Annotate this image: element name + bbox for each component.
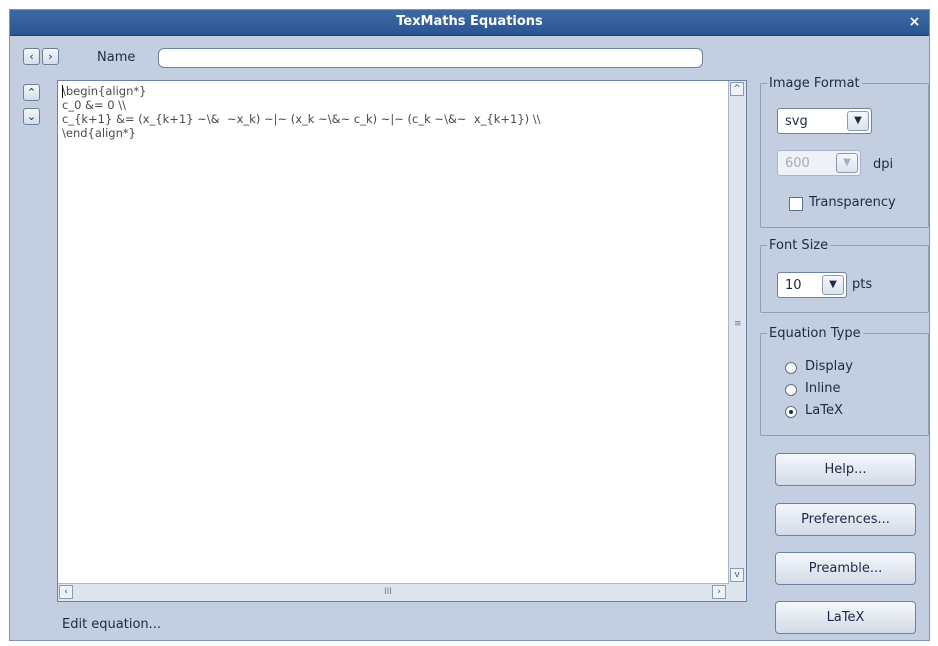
font-size-legend: Font Size xyxy=(769,238,829,253)
equation-text[interactable]: \begin{align*} c_0 &= 0 \\ c_{k+1} &= (x… xyxy=(62,84,541,140)
previous-equation-button[interactable]: ‹ xyxy=(23,48,40,65)
title-bar: TexMaths Equations × xyxy=(10,10,929,36)
transparency-checkbox[interactable] xyxy=(789,197,803,211)
chevron-down-icon[interactable]: ▼ xyxy=(847,111,869,131)
move-down-button[interactable]: ⌄ xyxy=(23,108,40,125)
text-cursor xyxy=(62,85,63,98)
format-value: svg xyxy=(785,114,808,129)
horizontal-scrollbar[interactable]: ‹ III › xyxy=(58,583,729,601)
transparency-label[interactable]: Transparency xyxy=(809,195,896,210)
move-up-button[interactable]: ⌃ xyxy=(23,84,40,101)
inline-radio[interactable] xyxy=(785,384,797,396)
name-input[interactable] xyxy=(158,48,703,68)
equation-type-legend: Equation Type xyxy=(769,326,861,341)
texmaths-dialog: TexMaths Equations × ‹ › Name ⌃ ⌄ \begin… xyxy=(9,9,930,641)
display-radio[interactable] xyxy=(785,362,797,374)
latex-button[interactable]: LaTeX xyxy=(775,601,916,634)
scroll-grip-icon[interactable]: ≡ xyxy=(734,319,742,329)
name-label: Name xyxy=(97,50,136,65)
preamble-button[interactable]: Preamble... xyxy=(775,552,916,585)
scroll-down-icon[interactable]: v xyxy=(730,568,744,582)
dpi-value: 600 xyxy=(785,156,810,171)
vertical-scrollbar[interactable]: ^ ≡ v xyxy=(728,81,746,584)
dpi-label: dpi xyxy=(873,157,894,172)
latex-radio[interactable] xyxy=(785,406,797,418)
chevron-down-icon[interactable]: ▼ xyxy=(822,275,844,295)
font-size-unit: pts xyxy=(852,277,873,292)
display-label[interactable]: Display xyxy=(805,359,853,374)
font-size-value: 10 xyxy=(785,278,802,293)
close-icon[interactable]: × xyxy=(906,14,923,31)
help-button[interactable]: Help... xyxy=(775,453,916,486)
equation-type-group: Equation Type xyxy=(760,326,929,436)
inline-label[interactable]: Inline xyxy=(805,381,841,396)
window-title: TexMaths Equations xyxy=(396,14,543,29)
font-size-select[interactable]: 10 ▼ xyxy=(777,272,847,298)
scroll-up-icon[interactable]: ^ xyxy=(730,82,744,96)
hscroll-grip-icon[interactable]: III xyxy=(384,587,392,597)
format-select[interactable]: svg ▼ xyxy=(777,108,872,134)
scroll-left-icon[interactable]: ‹ xyxy=(59,585,73,599)
equation-editor[interactable]: \begin{align*} c_0 &= 0 \\ c_{k+1} &= (x… xyxy=(57,80,747,602)
latex-label[interactable]: LaTeX xyxy=(805,403,843,418)
dpi-select: 600 ▼ xyxy=(777,150,861,176)
image-format-legend: Image Format xyxy=(769,76,860,91)
chevron-down-icon: ▼ xyxy=(836,153,858,173)
scroll-right-icon[interactable]: › xyxy=(712,585,726,599)
status-text: Edit equation... xyxy=(62,617,162,632)
scroll-corner xyxy=(729,584,746,601)
preferences-button[interactable]: Preferences... xyxy=(775,503,916,536)
next-equation-button[interactable]: › xyxy=(42,48,59,65)
